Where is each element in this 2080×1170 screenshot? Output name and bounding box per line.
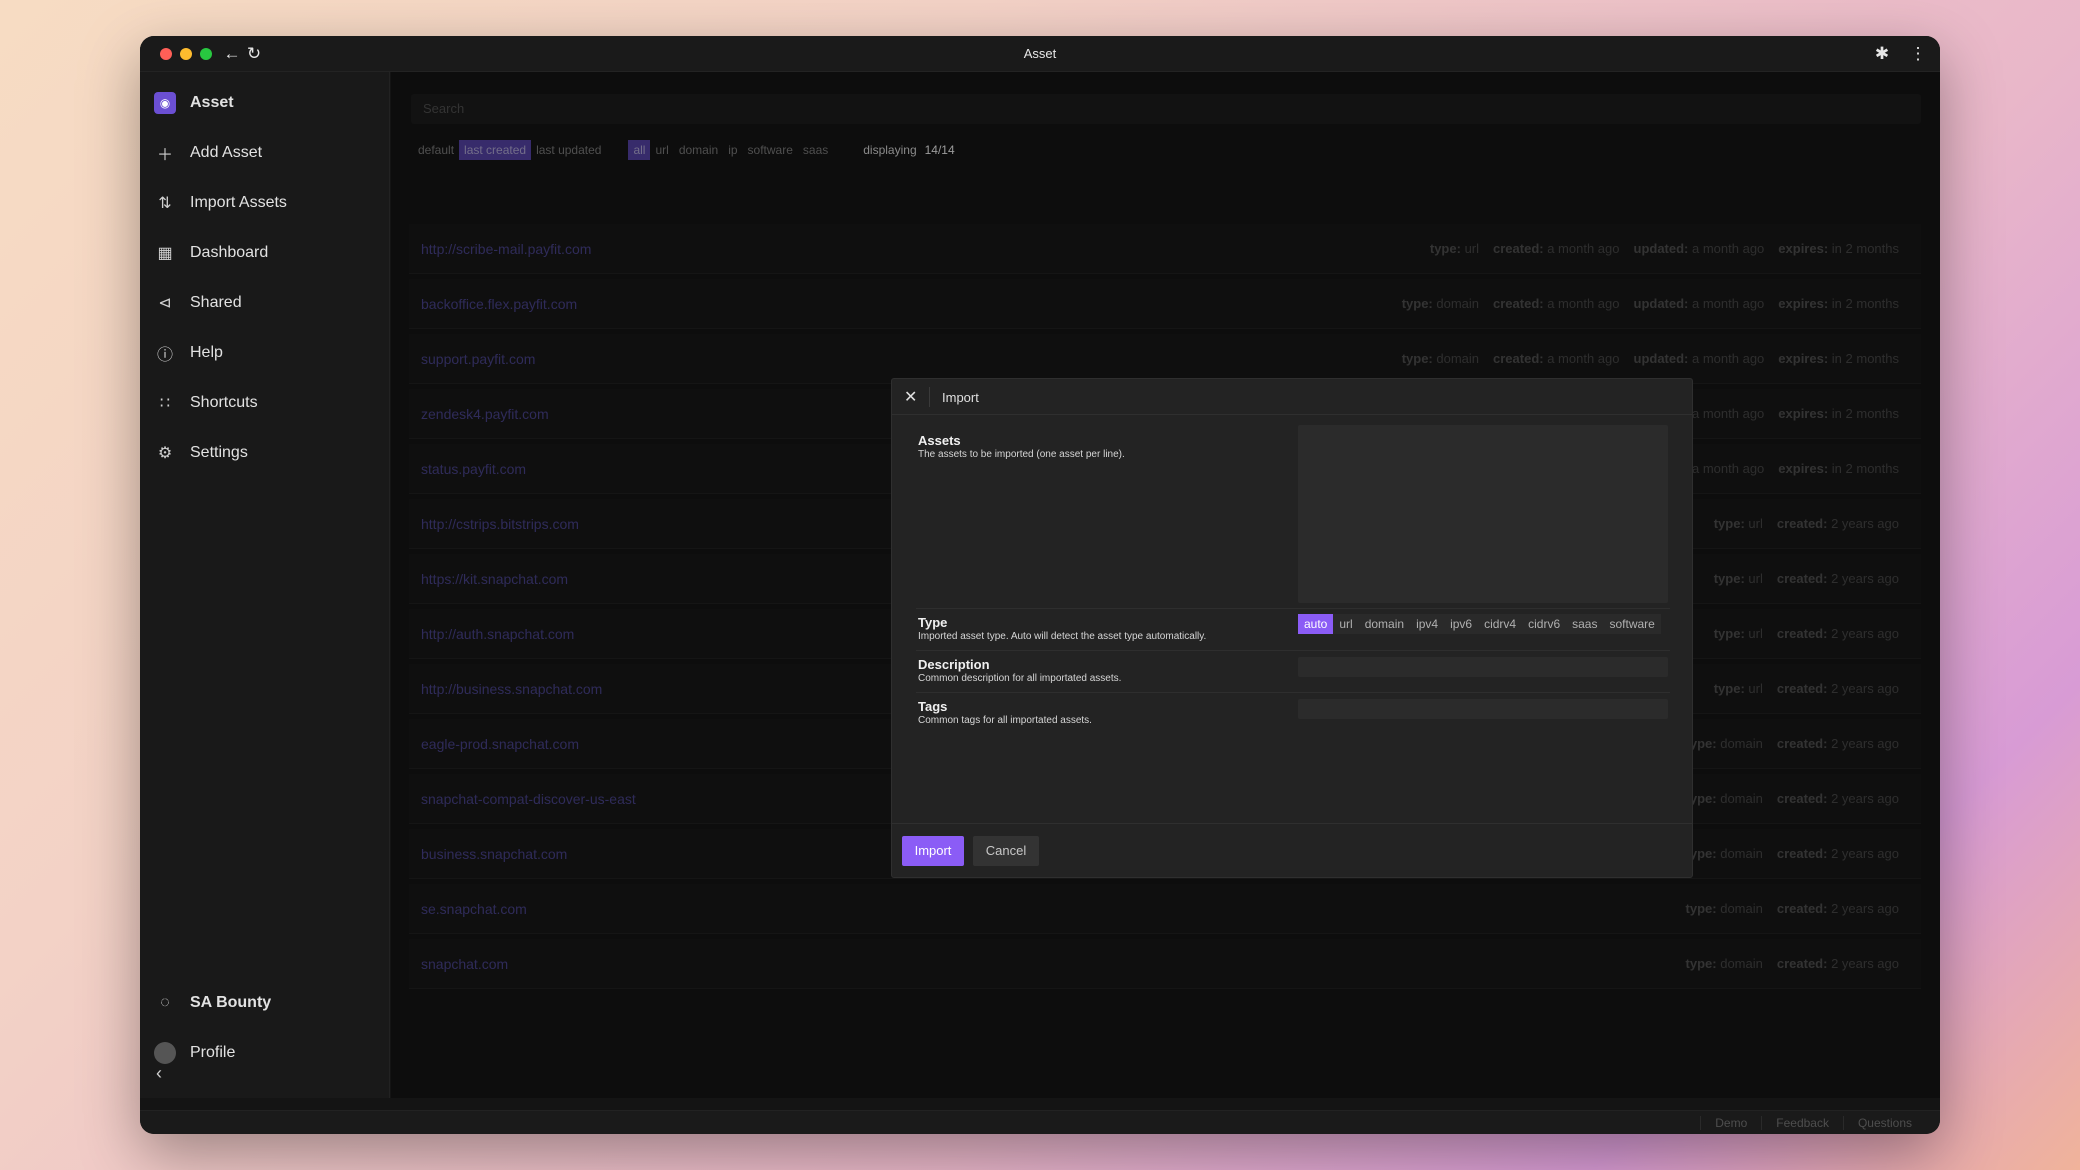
assets-textarea[interactable] [1298,425,1668,603]
import-icon: ⇅ [158,195,172,212]
profile-label: Profile [190,1044,236,1061]
sidebar-item-help[interactable]: ⓘ Help [154,336,376,370]
type-option-ipv6[interactable]: ipv6 [1444,614,1478,634]
footer-links: Demo Feedback Questions [1700,1116,1926,1130]
description-help: Common description for all importated as… [918,673,1122,684]
sidebar-item-label: Settings [190,444,248,461]
dashboard-icon: ▦ [157,245,173,262]
sidebar-brand[interactable]: ◉ Asset [154,86,376,120]
type-option-saas[interactable]: saas [1566,614,1603,634]
tags-help: Common tags for all importated assets. [918,715,1092,726]
sidebar-item-import-assets[interactable]: ⇅ Import Assets [154,186,376,220]
type-option-software[interactable]: software [1603,614,1660,634]
footer-link-questions[interactable]: Questions [1842,1116,1926,1130]
type-option-cidrv6[interactable]: cidrv6 [1522,614,1566,634]
sidebar-item-settings[interactable]: ⚙ Settings [154,436,376,470]
type-option-domain[interactable]: domain [1359,614,1410,634]
close-icon[interactable]: ✕ [904,387,917,407]
type-option-url[interactable]: url [1333,614,1358,634]
footer-link-demo[interactable]: Demo [1700,1116,1761,1130]
status-bar: Demo Feedback Questions [140,1110,1940,1134]
type-help: Imported asset type. Auto will detect th… [918,631,1207,642]
sidebar-item-add-asset[interactable]: ＋ Add Asset [154,136,376,170]
main-content: Search default last created last updated… [391,72,1940,1098]
asset-logo-icon: ◉ [154,92,176,114]
tags-label: Tags [918,699,948,714]
import-dialog: ✕ Import Assets The assets to be importe… [891,378,1693,878]
description-label: Description [918,657,990,672]
sidebar-profile[interactable]: Profile [154,1036,376,1070]
avatar [154,1042,176,1064]
sidebar-item-label: Shared [190,294,242,311]
window-title: Asset [1023,46,1057,61]
dialog-header: ✕ Import [892,379,1692,415]
sidebar-item-shared[interactable]: ⊲ Shared [154,286,376,320]
help-icon: ⓘ [156,347,173,364]
plus-icon: ＋ [156,147,173,164]
gear-icon: ⚙ [157,445,173,462]
sidebar-item-dashboard[interactable]: ▦ Dashboard [154,236,376,270]
dialog-title: Import [942,390,979,405]
type-selector: auto url domain ipv4 ipv6 cidrv4 cidrv6 … [1298,614,1661,634]
brand-label: Asset [190,94,234,111]
assets-label: Assets [918,433,961,448]
assets-field: Assets The assets to be imported (one as… [916,425,1670,609]
minimize-window-button[interactable] [180,48,192,60]
title-bar: ← ↻ Asset ✱ ⋮ [140,36,1940,72]
sidebar: ◉ Asset ＋ Add Asset ⇅ Import Assets ▦ Da… [140,72,390,1098]
sidebar-item-label: Dashboard [190,244,269,261]
sidebar-item-shortcuts[interactable]: ∷ Shortcuts [154,386,376,420]
import-button[interactable]: Import [902,836,964,866]
browser-window: ← ↻ Asset ✱ ⋮ ◉ Asset ＋ Add Asset ⇅ Impo… [140,36,1940,1134]
description-input[interactable] [1298,657,1668,677]
assets-help: The assets to be imported (one asset per… [918,449,1125,460]
sidebar-item-label: Help [190,344,223,361]
type-option-auto[interactable]: auto [1298,614,1334,634]
type-option-ipv4[interactable]: ipv4 [1410,614,1444,634]
type-option-cidrv4[interactable]: cidrv4 [1478,614,1522,634]
share-icon: ⊲ [158,295,172,312]
workspace-label: SA Bounty [190,994,272,1011]
extension-puzzle-icon[interactable]: ✱ [1872,44,1892,64]
workspace-circle-icon: ◌ [160,994,170,1011]
grid-icon: ∷ [159,395,171,412]
description-field: Description Common description for all i… [916,651,1670,693]
tags-input[interactable] [1298,699,1668,719]
type-field: Type Imported asset type. Auto will dete… [916,609,1670,651]
sidebar-item-label: Import Assets [190,194,287,211]
more-menu-icon[interactable]: ⋮ [1908,44,1928,64]
reload-icon[interactable]: ↻ [244,44,264,64]
footer-link-feedback[interactable]: Feedback [1761,1116,1843,1130]
type-label: Type [918,615,948,630]
close-window-button[interactable] [160,48,172,60]
chevron-left-icon[interactable]: ‹ [156,1063,162,1084]
maximize-window-button[interactable] [200,48,212,60]
sidebar-item-label: Add Asset [190,144,263,161]
tags-field: Tags Common tags for all importated asse… [916,693,1670,735]
cancel-button[interactable]: Cancel [973,836,1039,866]
sidebar-item-label: Shortcuts [190,394,258,411]
sidebar-workspace[interactable]: ◌ SA Bounty [154,986,376,1020]
back-arrow-icon[interactable]: ← [222,44,242,64]
dialog-footer: Import Cancel [892,823,1692,879]
